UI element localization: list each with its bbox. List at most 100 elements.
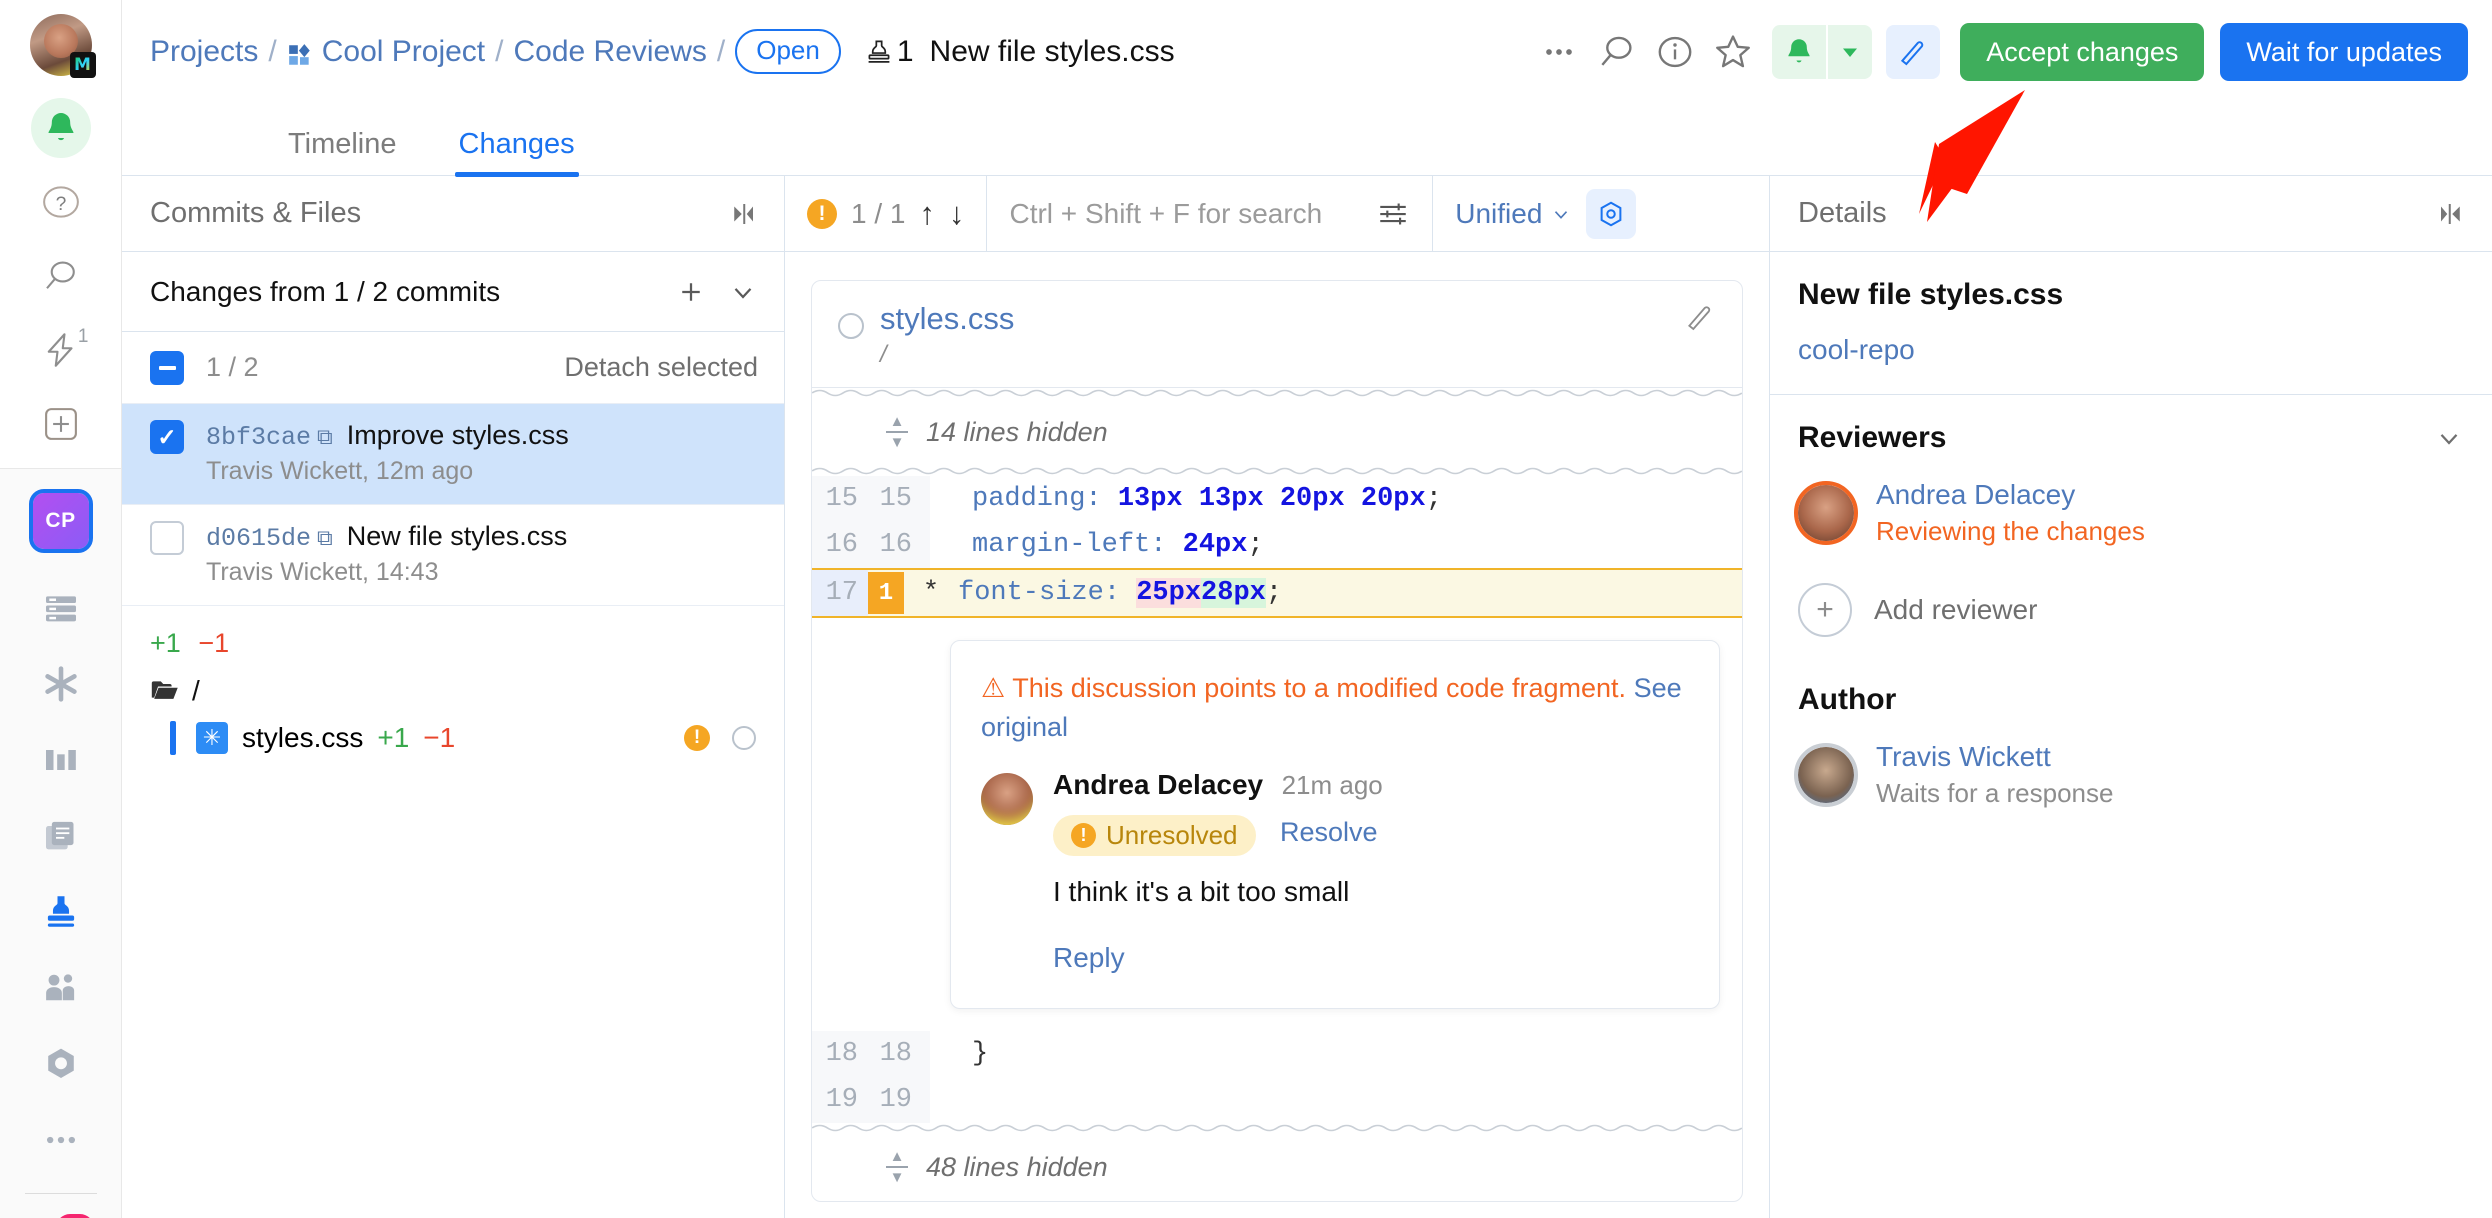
collapse-panel-icon[interactable] (728, 199, 758, 229)
discussion-badge[interactable]: 1 (868, 572, 904, 614)
asterisk-icon[interactable] (30, 653, 92, 715)
project-tile-cp[interactable]: CP (28, 489, 93, 553)
search-icon[interactable] (1588, 23, 1646, 81)
rail-divider (24, 1193, 97, 1194)
tree-folder-name: / (192, 675, 200, 706)
reviewer-status: Reviewing the changes (1876, 516, 2145, 546)
user-avatar[interactable]: M (29, 14, 96, 78)
help-icon[interactable]: ? (31, 172, 91, 232)
select-all-checkbox[interactable] (150, 350, 184, 385)
line-number-new: 16 (868, 522, 930, 568)
arrow-up-icon[interactable]: ↑ (919, 196, 935, 232)
bell-icon[interactable] (30, 98, 91, 158)
documents-icon[interactable] (30, 805, 92, 867)
expand-down-icon[interactable]: ▼ (890, 435, 905, 450)
reply-button[interactable]: Reply (1053, 942, 1383, 974)
author-name[interactable]: Travis Wickett (1876, 741, 2113, 773)
lightning-icon[interactable]: 1 (31, 320, 91, 380)
gear-icon[interactable] (1586, 188, 1637, 239)
details-repo-link[interactable]: cool-repo (1798, 334, 2464, 366)
commit-row[interactable]: d0615de ⧉ New file styles.css Travis Wic… (122, 505, 784, 606)
diff-scroll-area[interactable]: styles.css / ▲ ▼ 14 lines hidden 15 15 p… (785, 252, 1769, 1218)
copy-icon[interactable]: ⧉ (317, 525, 333, 551)
search-input[interactable]: Ctrl + Shift + F for search (1009, 198, 1322, 230)
list-icon[interactable] (30, 577, 92, 639)
reviewer-row[interactable]: Andrea Delacey Reviewing the changes (1770, 465, 2492, 557)
pencil-icon[interactable] (1886, 24, 1941, 79)
stats-removed: −1 (198, 628, 230, 658)
page-title: New file styles.css (929, 34, 1175, 68)
css-property: padding: (972, 484, 1102, 514)
folder-icon (150, 679, 180, 703)
author-row[interactable]: Travis Wickett Waits for a response (1770, 727, 2492, 819)
tree-file-row[interactable]: ✳ styles.css +1 −1 ! (122, 713, 784, 763)
code-text: font-size: 25px28px; (958, 578, 1282, 608)
collapse-panel-icon[interactable] (2436, 199, 2466, 229)
more-icon[interactable] (30, 1109, 92, 1171)
tree-folder-row[interactable]: / (122, 669, 784, 713)
expand-up-icon[interactable]: ▲ (890, 1149, 905, 1164)
board-icon[interactable] (30, 729, 92, 791)
review-state-icon[interactable] (732, 726, 756, 750)
tab-changes[interactable]: Changes (454, 128, 579, 177)
commit-checkbox[interactable] (150, 521, 184, 555)
arrow-down-icon[interactable]: ↓ (949, 196, 965, 232)
info-icon[interactable] (1646, 23, 1704, 81)
status-badge-open[interactable]: Open (735, 29, 841, 74)
copy-icon[interactable]: ⧉ (317, 424, 333, 450)
chevron-down-icon[interactable] (1828, 24, 1873, 79)
view-mode-group: Unified (1432, 176, 1658, 251)
comment-author[interactable]: Andrea Delacey (1053, 769, 1263, 800)
view-mode-select[interactable]: Unified (1455, 198, 1572, 230)
breadcrumb-code-reviews[interactable]: Code Reviews (513, 35, 706, 69)
bell-icon[interactable] (1772, 24, 1827, 79)
diff-panel: ! 1 / 1 ↑ ↓ Ctrl + Shift + F for search (785, 176, 1770, 1218)
chat-icon[interactable]: 14 (30, 1214, 94, 1218)
top-bar: Projects / Cool Project / Code Reviews /… (122, 0, 2492, 103)
chevron-down-icon[interactable] (728, 277, 758, 307)
details-header: Details (1770, 176, 2492, 252)
commit-checkbox[interactable]: ✓ (150, 420, 184, 454)
expand-lines-stepper[interactable]: ▲ ▼ (886, 414, 908, 450)
breadcrumb-project[interactable]: Cool Project (322, 35, 485, 69)
commit-row-selected[interactable]: ✓ 8bf3cae ⧉ Improve styles.css Travis Wi… (122, 404, 784, 505)
hidden-lines-bottom[interactable]: ▲ ▼ 48 lines hidden (812, 1123, 1742, 1201)
commit-line: 8bf3cae ⧉ Improve styles.css (206, 420, 569, 452)
top-actions: Accept changes Wait for updates (1530, 22, 2468, 81)
commit-sha[interactable]: 8bf3cae (206, 423, 311, 452)
expand-down-icon[interactable]: ▼ (890, 1170, 905, 1185)
add-reviewer-button[interactable]: + Add reviewer (1770, 557, 2492, 647)
tab-timeline[interactable]: Timeline (284, 128, 401, 175)
accept-changes-button[interactable]: Accept changes (1960, 22, 2205, 81)
file-review-radio[interactable] (838, 313, 864, 339)
resolve-button[interactable]: Resolve (1280, 817, 1378, 847)
commit-sha[interactable]: d0615de (206, 524, 311, 553)
discussion-warning: ⚠ This discussion points to a modified c… (981, 669, 1689, 747)
detach-selected-button[interactable]: Detach selected (564, 352, 758, 383)
rail-top-group: M ? 1 (0, 0, 121, 468)
plus-icon[interactable] (676, 277, 706, 307)
hidden-lines-row[interactable]: ▲ ▼ 48 lines hidden (812, 1133, 1742, 1201)
expand-lines-stepper[interactable]: ▲ ▼ (886, 1149, 908, 1185)
hidden-lines-top[interactable]: ▲ ▼ 14 lines hidden (812, 388, 1742, 476)
breadcrumb-projects[interactable]: Projects (150, 35, 258, 69)
stamp-icon[interactable] (30, 881, 92, 943)
comment-status-row: ! Unresolved Resolve (1053, 815, 1383, 857)
chevron-down-icon[interactable] (2434, 423, 2464, 453)
line-number-old: 15 (812, 476, 868, 522)
star-icon[interactable] (1704, 23, 1762, 81)
code-text: } (972, 1039, 989, 1070)
hidden-lines-row[interactable]: ▲ ▼ 14 lines hidden (812, 398, 1742, 466)
nut-icon[interactable] (30, 1033, 92, 1095)
expand-up-icon[interactable]: ▲ (890, 414, 905, 429)
people-icon[interactable] (30, 957, 92, 1019)
diff-file-name[interactable]: styles.css (880, 301, 1014, 337)
reviewer-name[interactable]: Andrea Delacey (1876, 479, 2145, 511)
search-icon[interactable] (31, 246, 91, 306)
ellipsis-icon[interactable] (1530, 23, 1588, 81)
wait-for-updates-button[interactable]: Wait for updates (2220, 22, 2468, 81)
pencil-icon[interactable] (1684, 301, 1716, 333)
add-icon[interactable] (31, 394, 91, 454)
active-file-marker (170, 721, 176, 755)
filter-icon[interactable] (1376, 197, 1410, 231)
